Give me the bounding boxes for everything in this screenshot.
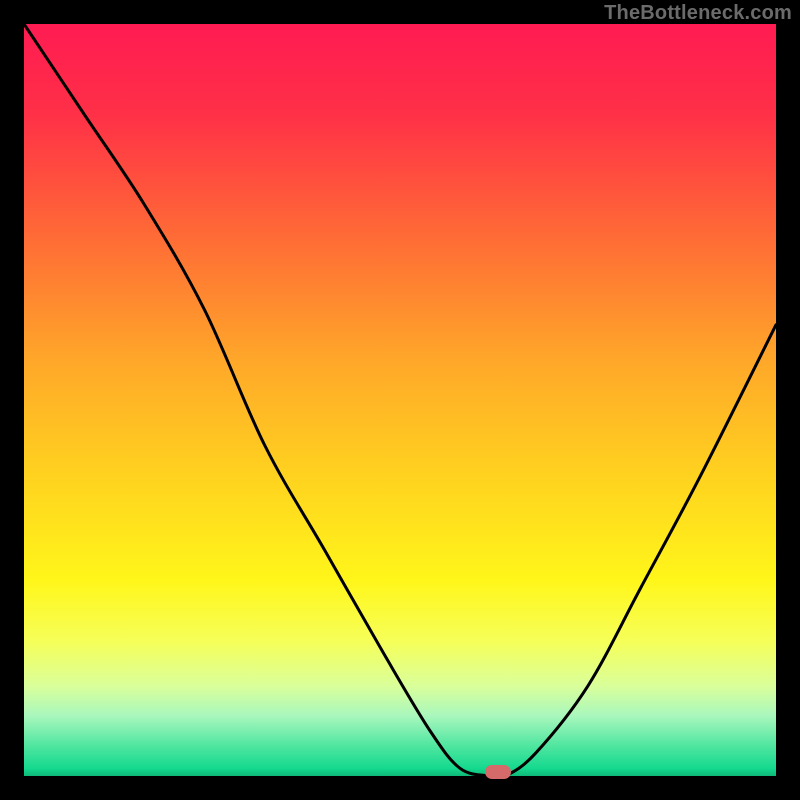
chart-canvas [24, 24, 776, 776]
chart-frame: TheBottleneck.com [0, 0, 800, 800]
watermark-text: TheBottleneck.com [604, 2, 792, 25]
optimal-marker [485, 765, 511, 779]
bottleneck-curve [24, 24, 776, 778]
